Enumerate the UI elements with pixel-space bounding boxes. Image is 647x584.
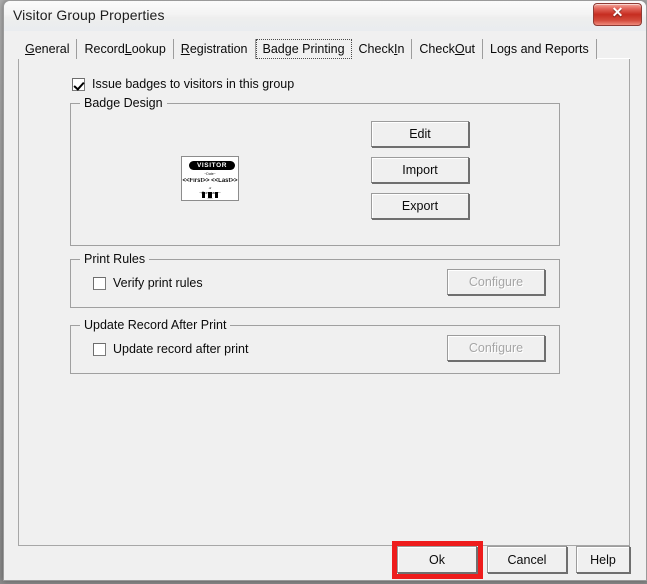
badge-design-group: Badge Design VISITOR ~Date~ <<First>> <<… xyxy=(70,96,560,246)
close-icon: ✕ xyxy=(611,6,624,21)
edit-button[interactable]: Edit xyxy=(371,121,469,147)
tab-strip: General Record Lookup Registration Badge… xyxy=(18,37,630,59)
window-title: Visitor Group Properties xyxy=(13,7,165,23)
tab-badge-printing[interactable]: Badge Printing xyxy=(255,39,352,59)
badge-bar xyxy=(202,192,205,198)
badge-bar xyxy=(215,192,218,198)
tab-check-in[interactable]: Check In xyxy=(351,39,413,59)
title-bar: Visitor Group Properties ✕ xyxy=(4,1,646,32)
tab-logs-and-reports[interactable]: Lo g s and Reports xyxy=(483,39,597,59)
print-rules-configure-button[interactable]: Configure xyxy=(447,269,545,295)
dialog-window: Visitor Group Properties ✕ General Recor… xyxy=(3,0,647,581)
close-button[interactable]: ✕ xyxy=(593,3,642,26)
verify-print-rules-checkbox[interactable] xyxy=(93,276,106,290)
update-record-group: Update Record After Print Update record … xyxy=(70,318,560,374)
print-rules-title: Print Rules xyxy=(80,252,150,266)
import-button[interactable]: Import xyxy=(371,157,469,183)
dialog-client-area: General Record Lookup Registration Badge… xyxy=(4,31,646,580)
tab-registration[interactable]: Registration xyxy=(173,39,256,59)
badge-design-title: Badge Design xyxy=(80,96,167,110)
badge-preview-banner: VISITOR xyxy=(189,161,235,170)
update-record-title: Update Record After Print xyxy=(80,318,231,332)
badge-preview-line1: ~Date~ xyxy=(204,172,216,176)
tab-general[interactable]: General xyxy=(18,39,78,59)
issue-badges-label: Issue badges to visitors in this group xyxy=(92,77,295,91)
badge-bar xyxy=(208,192,212,198)
badge-preview-barcode xyxy=(182,192,238,198)
update-record-checkbox[interactable] xyxy=(93,342,106,356)
update-record-checkbox-row[interactable]: Update record after print xyxy=(93,342,249,356)
issue-badges-checkbox[interactable] xyxy=(72,77,85,91)
ok-button[interactable]: Ok xyxy=(397,546,477,573)
tab-check-out[interactable]: Check Out xyxy=(412,39,484,59)
help-button[interactable]: Help xyxy=(576,546,630,573)
print-rules-group: Print Rules Verify print rules Configure xyxy=(70,252,560,308)
verify-print-rules-label: Verify print rules xyxy=(113,276,203,290)
tab-page-badge-printing: Issue badges to visitors in this group B… xyxy=(18,58,630,546)
badge-preview-line2: <<First>> <<Last>> xyxy=(182,178,238,184)
cancel-button[interactable]: Cancel xyxy=(487,546,567,573)
update-record-label: Update record after print xyxy=(113,342,249,356)
issue-badges-checkbox-row[interactable]: Issue badges to visitors in this group xyxy=(72,77,294,91)
update-record-configure-button[interactable]: Configure xyxy=(447,335,545,361)
export-button[interactable]: Export xyxy=(371,193,469,219)
verify-print-rules-checkbox-row[interactable]: Verify print rules xyxy=(93,276,203,290)
tab-record-lookup[interactable]: Record Lookup xyxy=(77,39,174,59)
badge-preview-image: VISITOR ~Date~ <<First>> <<Last>> of ~Co… xyxy=(181,156,239,201)
